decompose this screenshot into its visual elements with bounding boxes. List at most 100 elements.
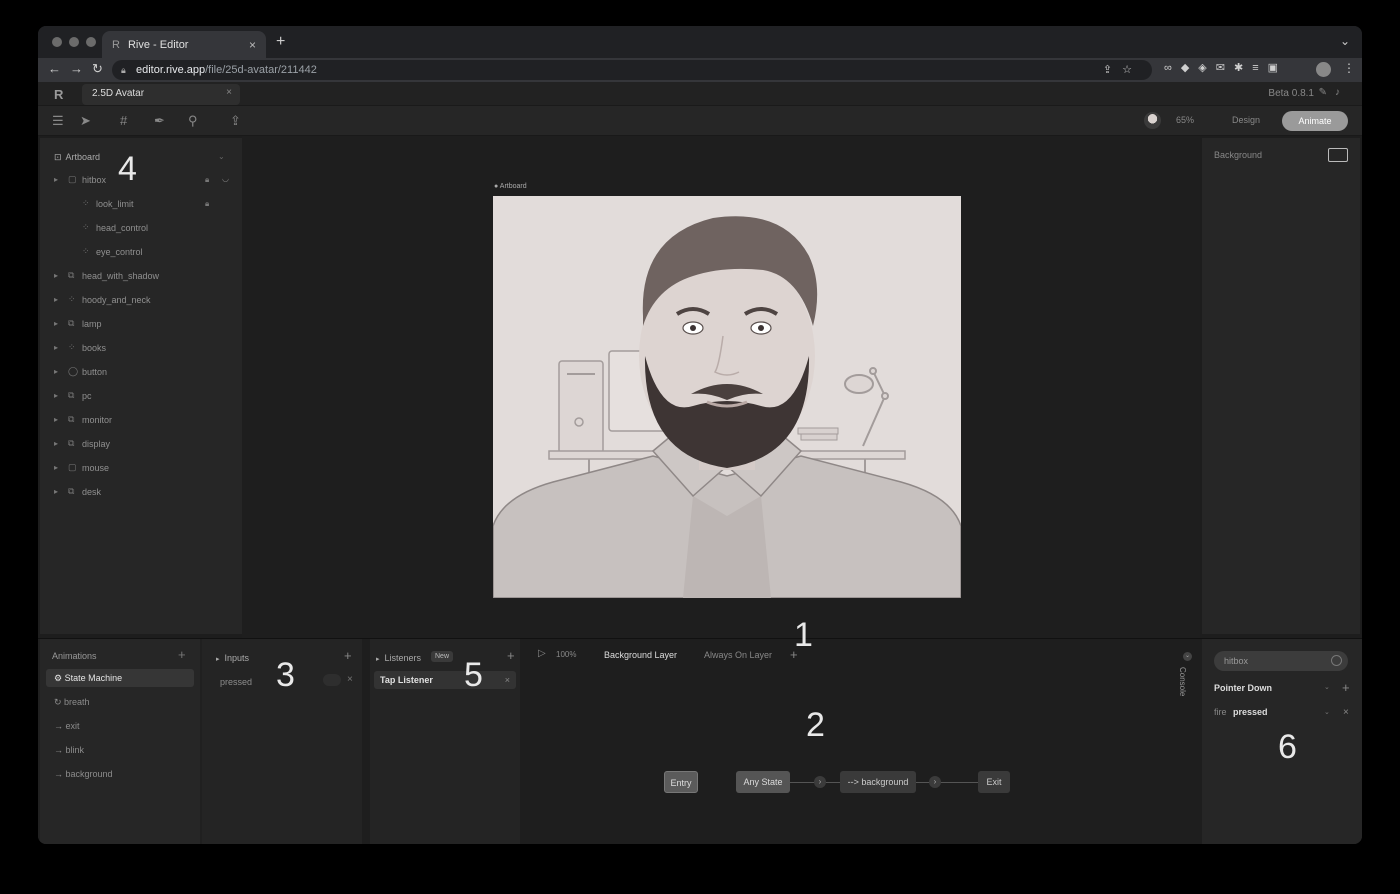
minimize-window-dot[interactable] [69,37,79,47]
rive-logo-icon[interactable]: R [54,87,63,102]
window-controls[interactable] [52,37,96,47]
add-animation-button[interactable]: + [178,647,186,662]
pen-tool-icon[interactable]: ✒ [154,113,165,129]
close-tab-icon[interactable]: × [249,38,256,52]
transition-arrow-icon[interactable]: › [929,776,941,788]
remove-input-icon[interactable]: × [347,674,353,685]
expand-arrow-icon[interactable]: ▸ [54,439,58,448]
listener-target-field[interactable]: hitbox [1214,651,1348,671]
hierarchy-item[interactable]: ⁘ look_limit 🔒︎ [40,196,242,214]
background-state-node[interactable]: --> background [840,771,916,793]
expand-arrow-icon[interactable]: ▸ [54,391,58,400]
play-icon[interactable]: ▷ [538,648,546,659]
export-icon[interactable]: ⇪ [230,113,241,129]
any-state-node[interactable]: Any State [736,771,790,793]
file-tab[interactable]: 2.5D Avatar × [82,84,240,105]
action-input-select[interactable]: pressed [1233,707,1268,717]
hierarchy-item[interactable]: ▸ ⧉ lamp [40,316,242,334]
extension-icons[interactable]: ∞◆◈✉✱≡▣ [1164,61,1287,74]
reload-icon[interactable]: ↻ [92,61,103,77]
hierarchy-root[interactable]: ⊡ Artboard ⌄ [54,152,225,163]
listener-item[interactable]: Tap Listener × [374,671,516,689]
user-avatar[interactable] [1144,112,1161,129]
transition-line[interactable] [916,782,978,783]
animate-mode-button[interactable]: Animate [1282,111,1348,131]
expand-arrow-icon[interactable]: ▸ [54,463,58,472]
chevron-down-icon[interactable]: ⌄ [1324,683,1330,691]
target-picker-icon[interactable] [1331,655,1342,666]
tab-always-on-layer[interactable]: Always On Layer [704,650,772,660]
lock-icon[interactable]: 🔒︎ [205,175,209,185]
entry-node[interactable]: Entry [664,771,698,793]
browser-tab[interactable]: R Rive - Editor × [102,31,266,58]
feedback-and-bell-icons[interactable]: ✎♪ [1319,87,1348,98]
hierarchy-item[interactable]: ⁘ head_control [40,220,242,238]
hierarchy-item[interactable]: ▸ ⁘ books [40,340,242,358]
hierarchy-item[interactable]: ▸ ⧉ monitor [40,412,242,430]
hamburger-menu-icon[interactable]: ☰ [52,113,64,129]
bone-tool-icon[interactable]: ⚲ [188,113,198,129]
select-tool-icon[interactable]: ➤ [80,113,91,129]
artboard-tool-icon[interactable]: # [120,113,127,128]
animation-item[interactable]: → background [46,765,194,783]
console-tab[interactable]: Console [1178,667,1187,696]
canvas-stage[interactable]: ● Artboard [242,136,1200,638]
inputs-header[interactable]: ▸ Inputs [216,653,249,663]
new-tab-button[interactable]: + [276,33,285,51]
remove-listener-icon[interactable]: × [505,675,510,685]
hierarchy-item[interactable]: ▸ ⧉ desk [40,484,242,502]
background-color-swatch[interactable] [1328,148,1348,162]
animation-item[interactable]: → exit [46,717,194,735]
expand-arrow-icon[interactable]: ▸ [54,295,58,304]
input-name[interactable]: pressed [220,677,252,687]
animation-item[interactable]: ⚙ State Machine [46,669,194,687]
exit-node[interactable]: Exit [978,771,1010,793]
expand-arrow-icon[interactable]: ▸ [54,319,58,328]
share-and-star-icons[interactable]: ⇪☆ [1103,60,1142,80]
listeners-header[interactable]: ▸ Listeners [376,653,421,663]
artboard-frame[interactable] [493,196,961,598]
expand-arrow-icon[interactable]: ▸ [54,415,58,424]
hierarchy-item[interactable]: ▸ ⁘ hoody_and_neck [40,292,242,310]
expand-arrow-icon[interactable]: ▸ [54,175,58,184]
hierarchy-item[interactable]: ▸ ⧉ pc [40,388,242,406]
listener-event-select[interactable]: Pointer Down ⌄ + [1214,680,1350,695]
zoom-level[interactable]: 65% [1176,115,1194,125]
playback-speed[interactable]: 100% [556,650,576,659]
chevron-down-icon[interactable]: ⌄ [218,152,225,161]
chevron-down-icon[interactable]: ⌄ [1324,708,1330,716]
add-listener-button[interactable]: + [507,648,515,663]
hierarchy-item[interactable]: ▸ ⧉ head_with_shadow [40,268,242,286]
state-machine-area[interactable]: ▸ Inputs + pressed × ▸ Listeners New + Tap… [202,639,1202,844]
animation-item[interactable]: → blink [46,741,194,759]
expand-arrow-icon[interactable]: ▸ [54,367,58,376]
lock-icon[interactable]: 🔒︎ [205,199,209,209]
address-bar[interactable]: 🔒︎ editor.rive.app/file/25d-avatar/21144… [112,60,1152,80]
profile-avatar[interactable] [1316,62,1331,77]
close-window-dot[interactable] [52,37,62,47]
console-toggle-icon[interactable]: ⌄ [1183,652,1192,661]
remove-action-icon[interactable]: × [1343,707,1349,718]
tab-background-layer[interactable]: Background Layer [604,650,677,660]
expand-arrow-icon[interactable]: ▸ [54,271,58,280]
transition-arrow-icon[interactable]: › [814,776,826,788]
expand-arrow-icon[interactable]: ▸ [54,487,58,496]
back-arrow-icon[interactable]: ← [48,61,61,76]
hierarchy-item[interactable]: ▸ ▢ mouse [40,460,242,478]
add-input-button[interactable]: + [344,648,352,663]
browser-menu-icon[interactable]: ⋮ [1343,61,1355,75]
hierarchy-item[interactable]: ▸ ◯ button [40,364,242,382]
tab-search-chevron-icon[interactable]: ⌄ [1340,34,1350,48]
expand-arrow-icon[interactable]: ▸ [54,343,58,352]
file-tab-close-icon[interactable]: × [226,87,232,98]
hierarchy-item[interactable]: ▸ ⧉ display [40,436,242,454]
animation-item[interactable]: ↻ breath [46,693,194,711]
hierarchy-item[interactable]: ▸ ▢ hitbox 🔒︎ ◡ [40,172,242,190]
forward-arrow-icon[interactable]: → [70,61,83,76]
add-action-button[interactable]: + [1342,680,1350,695]
eye-icon[interactable]: ◡ [222,174,229,183]
zoom-window-dot[interactable] [86,37,96,47]
design-mode-button[interactable]: Design [1218,110,1274,130]
input-toggle[interactable] [323,674,341,686]
hierarchy-item[interactable]: ⁘ eye_control [40,244,242,262]
